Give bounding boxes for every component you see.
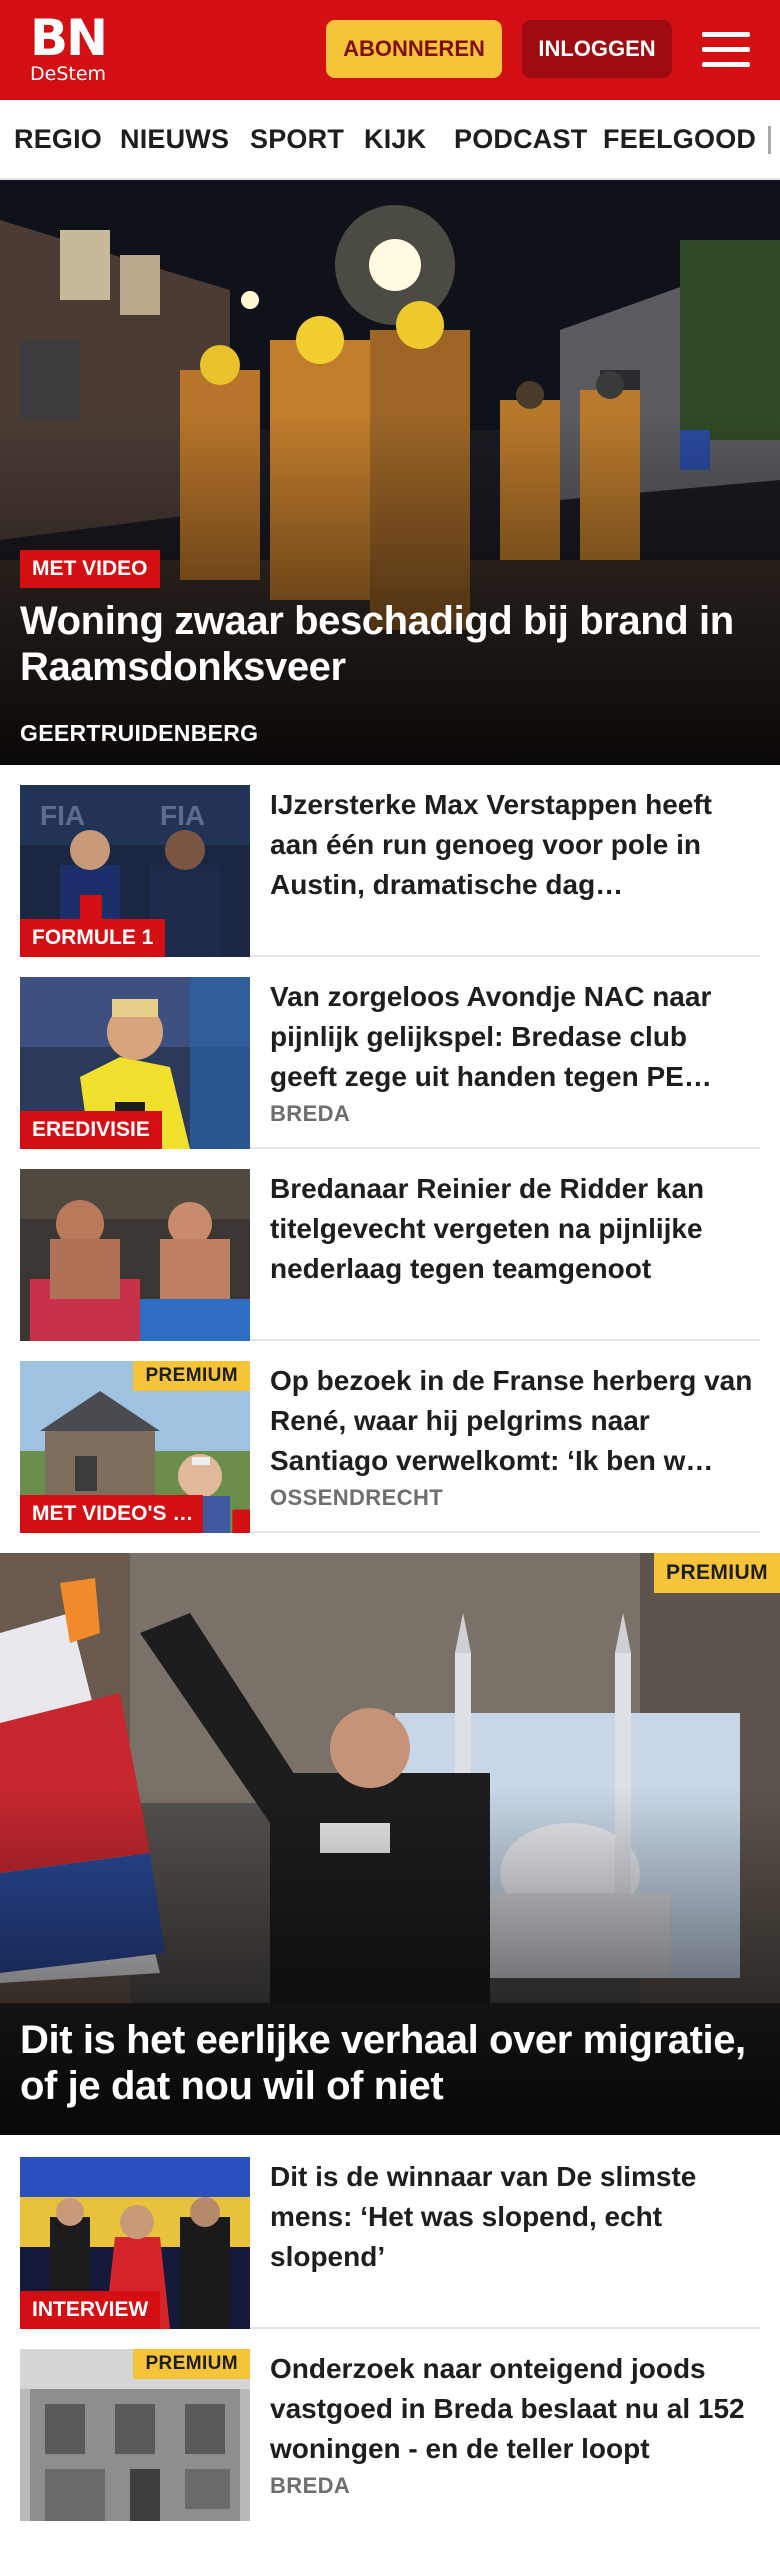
- logo-main: BN: [30, 9, 108, 67]
- login-button[interactable]: INLOGGEN: [522, 20, 672, 78]
- nav-overflow-indicator: [768, 126, 771, 154]
- article-title[interactable]: Van zorgeloos Avondje NAC naar pijnlijk …: [270, 977, 755, 1097]
- nav-item-kijk[interactable]: KIJK: [364, 124, 426, 155]
- premium-badge: PREMIUM: [133, 2349, 250, 2379]
- nav-item-sport[interactable]: SPORT: [250, 124, 344, 155]
- article-badge: FORMULE 1: [20, 919, 166, 957]
- nav-item-nieuws[interactable]: NIEUWS: [120, 124, 229, 155]
- article-card[interactable]: Bredanaar Reinier de Ridder kan titelgev…: [20, 1169, 760, 1341]
- nav-item-podcast[interactable]: PODCAST: [454, 124, 587, 155]
- article-region[interactable]: OSSENDRECHT: [270, 1485, 443, 1511]
- article-title[interactable]: Dit is de winnaar van De slimste mens: ‘…: [270, 2157, 755, 2277]
- article-thumbnail: INTERVIEW: [20, 2157, 250, 2329]
- premium-badge: PREMIUM: [133, 1361, 250, 1391]
- article-title[interactable]: Op bezoek in de Franse herberg van René,…: [270, 1361, 755, 1481]
- logo-sub: DeStem: [30, 63, 107, 85]
- section-nav: REGIO NIEUWS SPORT KIJK PODCAST FEELGOOD: [0, 100, 780, 180]
- article-thumbnail: EREDIVISIE: [20, 977, 250, 1149]
- article-card[interactable]: INTERVIEW Dit is de winnaar van De slims…: [20, 2157, 760, 2329]
- article-thumbnail: PREMIUM: [20, 2349, 250, 2521]
- svg-text:FIA: FIA: [40, 800, 85, 831]
- article-title[interactable]: IJzersterke Max Verstappen heeft aan één…: [270, 785, 755, 905]
- article-card[interactable]: FIA FIA FORMULE 1 IJzersterke Max Versta…: [20, 785, 760, 957]
- svg-text:FIA: FIA: [160, 800, 205, 831]
- feature-title[interactable]: Dit is het eerlijke verhaal over migrati…: [20, 2017, 750, 2109]
- hero-gradient: [0, 414, 780, 765]
- article-card[interactable]: EREDIVISIE Van zorgeloos Avondje NAC naa…: [20, 977, 760, 1149]
- article-thumbnail: FIA FIA FORMULE 1: [20, 785, 250, 957]
- article-title[interactable]: Onderzoek naar onteigend joods vastgoed …: [270, 2349, 755, 2469]
- hamburger-menu-icon[interactable]: [702, 30, 750, 70]
- site-header: BN DeStem ABONNEREN INLOGGEN: [0, 0, 780, 100]
- hero-article[interactable]: MET VIDEO Woning zwaar beschadigd bij br…: [0, 180, 780, 765]
- article-badge: INTERVIEW: [20, 2291, 161, 2329]
- article-badge: EREDIVISIE: [20, 1111, 162, 1149]
- hero-badge: MET VIDEO: [20, 550, 160, 588]
- article-region[interactable]: BREDA: [270, 1101, 350, 1127]
- comment-icon: [232, 1509, 250, 1533]
- article-thumbnail: [20, 1169, 250, 1341]
- nav-item-regio[interactable]: REGIO: [14, 124, 102, 155]
- article-region[interactable]: BREDA: [270, 2473, 350, 2499]
- site-logo[interactable]: BN DeStem: [30, 9, 108, 85]
- article-card[interactable]: PREMIUM MET VIDEO'S … Op bezoek in de Fr…: [20, 1361, 760, 1533]
- article-thumbnail: PREMIUM MET VIDEO'S …: [20, 1361, 250, 1533]
- premium-badge: PREMIUM: [654, 1553, 780, 1593]
- article-title[interactable]: Bredanaar Reinier de Ridder kan titelgev…: [270, 1169, 755, 1289]
- nav-item-feelgood[interactable]: FEELGOOD: [603, 124, 756, 155]
- subscribe-button[interactable]: ABONNEREN: [326, 20, 502, 78]
- hero-title[interactable]: Woning zwaar beschadigd bij brand in Raa…: [20, 598, 750, 690]
- hero-region[interactable]: GEERTRUIDENBERG: [20, 720, 258, 747]
- article-card[interactable]: PREMIUM Onderzoek naar onteigend joods v…: [20, 2349, 760, 2521]
- feature-article[interactable]: PREMIUM Dit is het eerlijke verhaal over…: [0, 1553, 780, 2135]
- article-badge: MET VIDEO'S …: [20, 1495, 204, 1533]
